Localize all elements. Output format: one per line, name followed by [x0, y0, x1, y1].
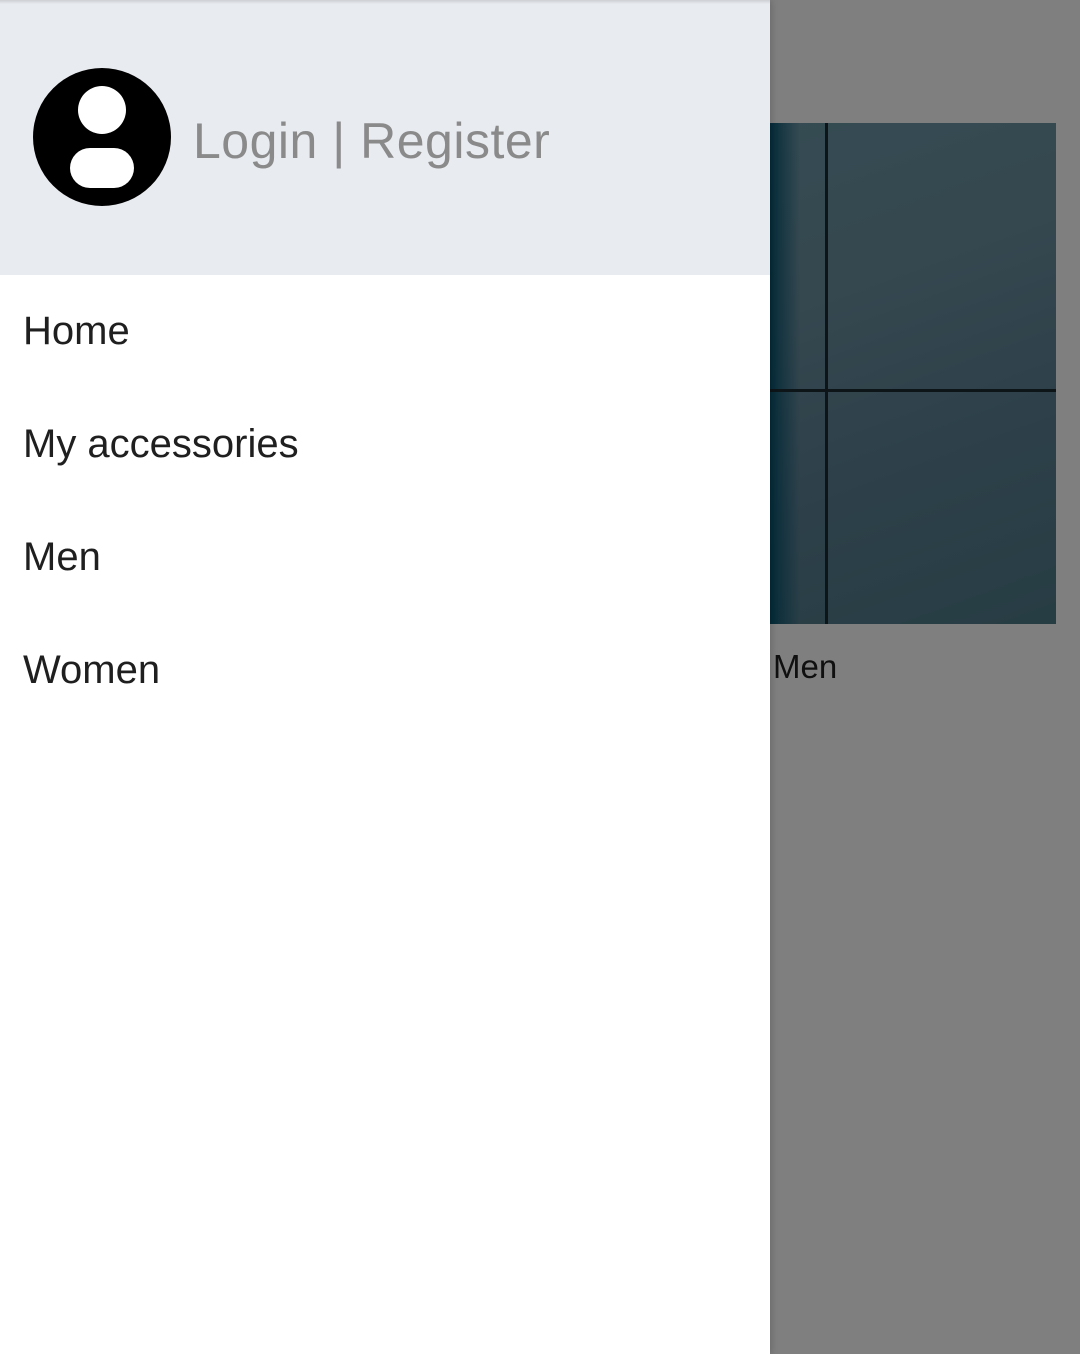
drawer-menu: Home My accessories Men Women: [0, 275, 770, 727]
drawer-header: Login | Register: [0, 0, 770, 275]
account-circle-icon[interactable]: [33, 68, 171, 206]
navigation-drawer: Login | Register Home My accessories Men…: [0, 0, 770, 1354]
menu-item-home[interactable]: Home: [0, 275, 770, 388]
menu-item-my-accessories[interactable]: My accessories: [0, 388, 770, 501]
status-bar-shadow: [0, 0, 770, 4]
app-screen: Men Login | Register Home My accessories…: [0, 0, 1080, 1354]
login-register-link[interactable]: Login | Register: [193, 112, 550, 170]
menu-item-women[interactable]: Women: [0, 614, 770, 727]
menu-item-men[interactable]: Men: [0, 501, 770, 614]
